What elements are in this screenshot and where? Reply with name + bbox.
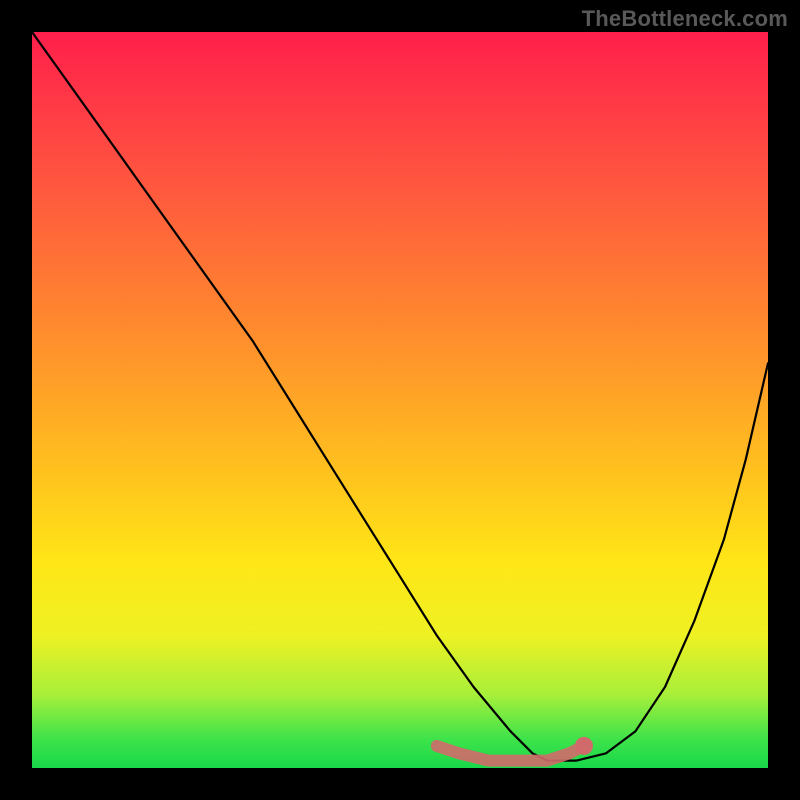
plot-area <box>32 32 768 768</box>
bottleneck-curve <box>32 32 768 761</box>
highlight-segment <box>437 746 584 761</box>
highlight-dot <box>575 737 593 755</box>
chart-frame: TheBottleneck.com <box>0 0 800 800</box>
watermark-label: TheBottleneck.com <box>582 6 788 32</box>
curve-svg <box>32 32 768 768</box>
